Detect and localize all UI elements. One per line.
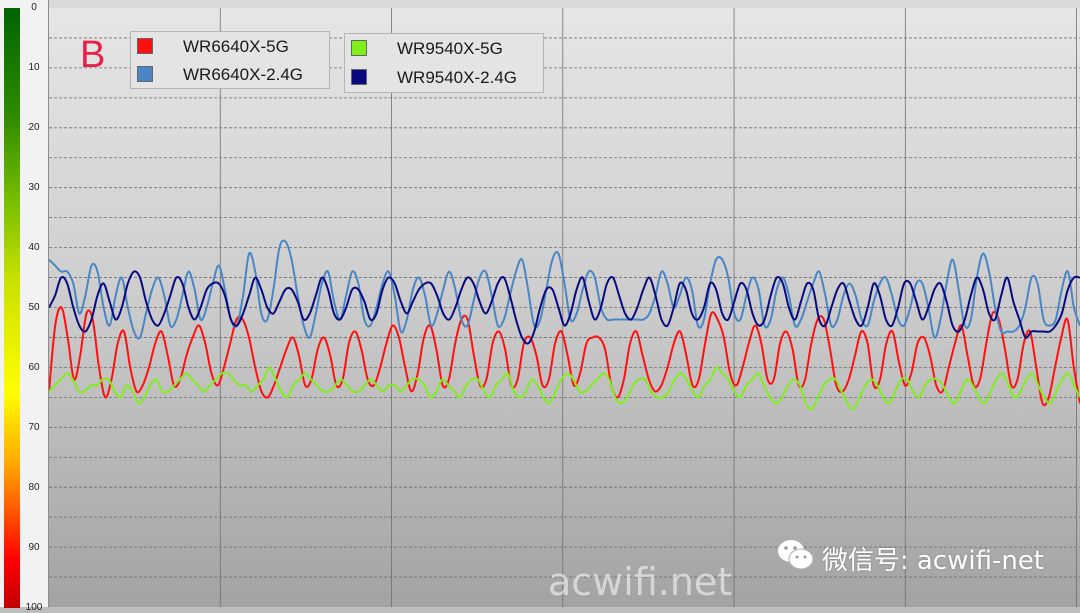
legend-swatch xyxy=(351,40,367,56)
wechat-watermark: 微信号: acwifi-net xyxy=(821,546,1044,576)
plot-top-band xyxy=(49,0,1080,8)
scale-tick-label: 10 xyxy=(28,62,40,73)
legend-swatch xyxy=(137,38,153,54)
scale-tick-label: 100 xyxy=(25,602,43,613)
scale-tick-label: 40 xyxy=(28,242,40,253)
scale-tick-label: 30 xyxy=(28,182,40,193)
scale-tick-label: 0 xyxy=(31,2,37,13)
scale-tick-label: 70 xyxy=(28,422,40,433)
scale-tick-label: 80 xyxy=(28,482,40,493)
series-lines xyxy=(49,239,1080,411)
series-line-wr6640x-2-4g xyxy=(49,239,1080,340)
legend-label: WR6640X-2.4G xyxy=(183,65,303,84)
legend-label: WR9540X-5G xyxy=(397,39,503,58)
scale-tick-label: 20 xyxy=(28,122,40,133)
scale-tick-label: 90 xyxy=(28,542,40,553)
scale-gradient xyxy=(4,8,20,608)
legend-swatch xyxy=(351,69,367,85)
wechat-icon xyxy=(778,540,814,570)
legend-label: WR9540X-2.4G xyxy=(397,68,517,87)
scale-tick-label: 50 xyxy=(28,302,40,313)
line-chart xyxy=(49,8,1080,607)
panel-label: B xyxy=(80,34,106,76)
grid-lines xyxy=(49,8,1080,607)
signal-scale: 0 10 20 30 40 50 60 70 80 90 100 xyxy=(0,0,49,613)
legend-label: WR6640X-5G xyxy=(183,37,289,56)
plot-area xyxy=(49,8,1080,607)
legend-swatch xyxy=(137,66,153,82)
scale-tick-label: 60 xyxy=(28,362,40,373)
legend-item-wr9540x-2-4g: WR9540X-2.4G xyxy=(345,66,543,90)
legend-group-wr6640x: WR6640X-5G WR6640X-2.4G xyxy=(130,31,330,89)
legend-item-wr9540x-5g: WR9540X-5G xyxy=(345,37,543,61)
site-watermark: acwifi.net xyxy=(548,560,733,604)
legend-group-wr9540x: WR9540X-5G WR9540X-2.4G xyxy=(344,33,544,93)
legend-item-wr6640x-2-4g: WR6640X-2.4G xyxy=(131,63,329,87)
legend-item-wr6640x-5g: WR6640X-5G xyxy=(131,35,329,59)
series-line-wr9540x-5g xyxy=(49,366,1080,411)
